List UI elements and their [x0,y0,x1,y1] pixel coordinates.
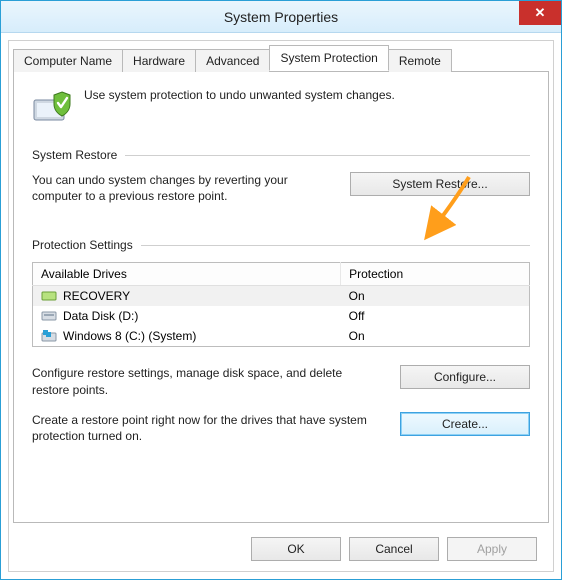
close-button[interactable]: ✕ [519,1,561,25]
tab-strip: Computer Name Hardware Advanced System P… [9,41,553,71]
drive-icon [41,289,57,303]
system-properties-window: System Properties ✕ Computer Name Hardwa… [0,0,562,580]
tab-system-protection[interactable]: System Protection [269,45,388,71]
group-rule [141,245,530,246]
table-header-row: Available Drives Protection [33,263,530,286]
drive-name: Windows 8 (C:) (System) [63,329,196,343]
window-title: System Properties [224,9,338,25]
tab-advanced[interactable]: Advanced [195,49,270,72]
close-icon: ✕ [535,5,546,21]
configure-row: Configure restore settings, manage disk … [32,365,530,397]
group-header-protection-settings: Protection Settings [32,238,530,252]
create-text: Create a restore point right now for the… [32,412,380,444]
ok-button[interactable]: OK [251,537,341,561]
intro-text: Use system protection to undo unwanted s… [84,86,395,102]
drive-status: On [341,286,530,307]
system-restore-row: You can undo system changes by reverting… [32,172,530,204]
system-protection-shield-icon [32,86,72,126]
drive-name: Data Disk (D:) [63,309,138,323]
system-restore-text: You can undo system changes by reverting… [32,172,330,204]
drive-status: On [341,326,530,347]
dialog-body: Computer Name Hardware Advanced System P… [8,40,554,572]
table-row[interactable]: RECOVERY On [33,286,530,307]
drive-status: Off [341,306,530,326]
group-rule [125,155,530,156]
tab-remote[interactable]: Remote [388,49,452,72]
configure-text: Configure restore settings, manage disk … [32,365,380,397]
group-label: Protection Settings [32,238,141,252]
titlebar: System Properties ✕ [1,1,561,33]
system-restore-button[interactable]: System Restore... [350,172,530,196]
drives-table: Available Drives Protection RECOVERY [32,262,530,347]
intro-row: Use system protection to undo unwanted s… [32,86,530,126]
col-available-drives[interactable]: Available Drives [33,263,341,286]
tab-pane-system-protection: Use system protection to undo unwanted s… [13,71,549,523]
table-row[interactable]: Data Disk (D:) Off [33,306,530,326]
group-header-system-restore: System Restore [32,148,530,162]
drive-icon [41,329,57,343]
group-label: System Restore [32,148,125,162]
create-row: Create a restore point right now for the… [32,412,530,444]
drive-icon [41,309,57,323]
drive-name: RECOVERY [63,289,130,303]
configure-button[interactable]: Configure... [400,365,530,389]
table-row[interactable]: Windows 8 (C:) (System) On [33,326,530,347]
create-button[interactable]: Create... [400,412,530,436]
col-protection[interactable]: Protection [341,263,530,286]
tab-hardware[interactable]: Hardware [122,49,196,72]
apply-button[interactable]: Apply [447,537,537,561]
tab-computer-name[interactable]: Computer Name [13,49,123,72]
cancel-button[interactable]: Cancel [349,537,439,561]
dialog-footer: OK Cancel Apply [9,527,553,571]
